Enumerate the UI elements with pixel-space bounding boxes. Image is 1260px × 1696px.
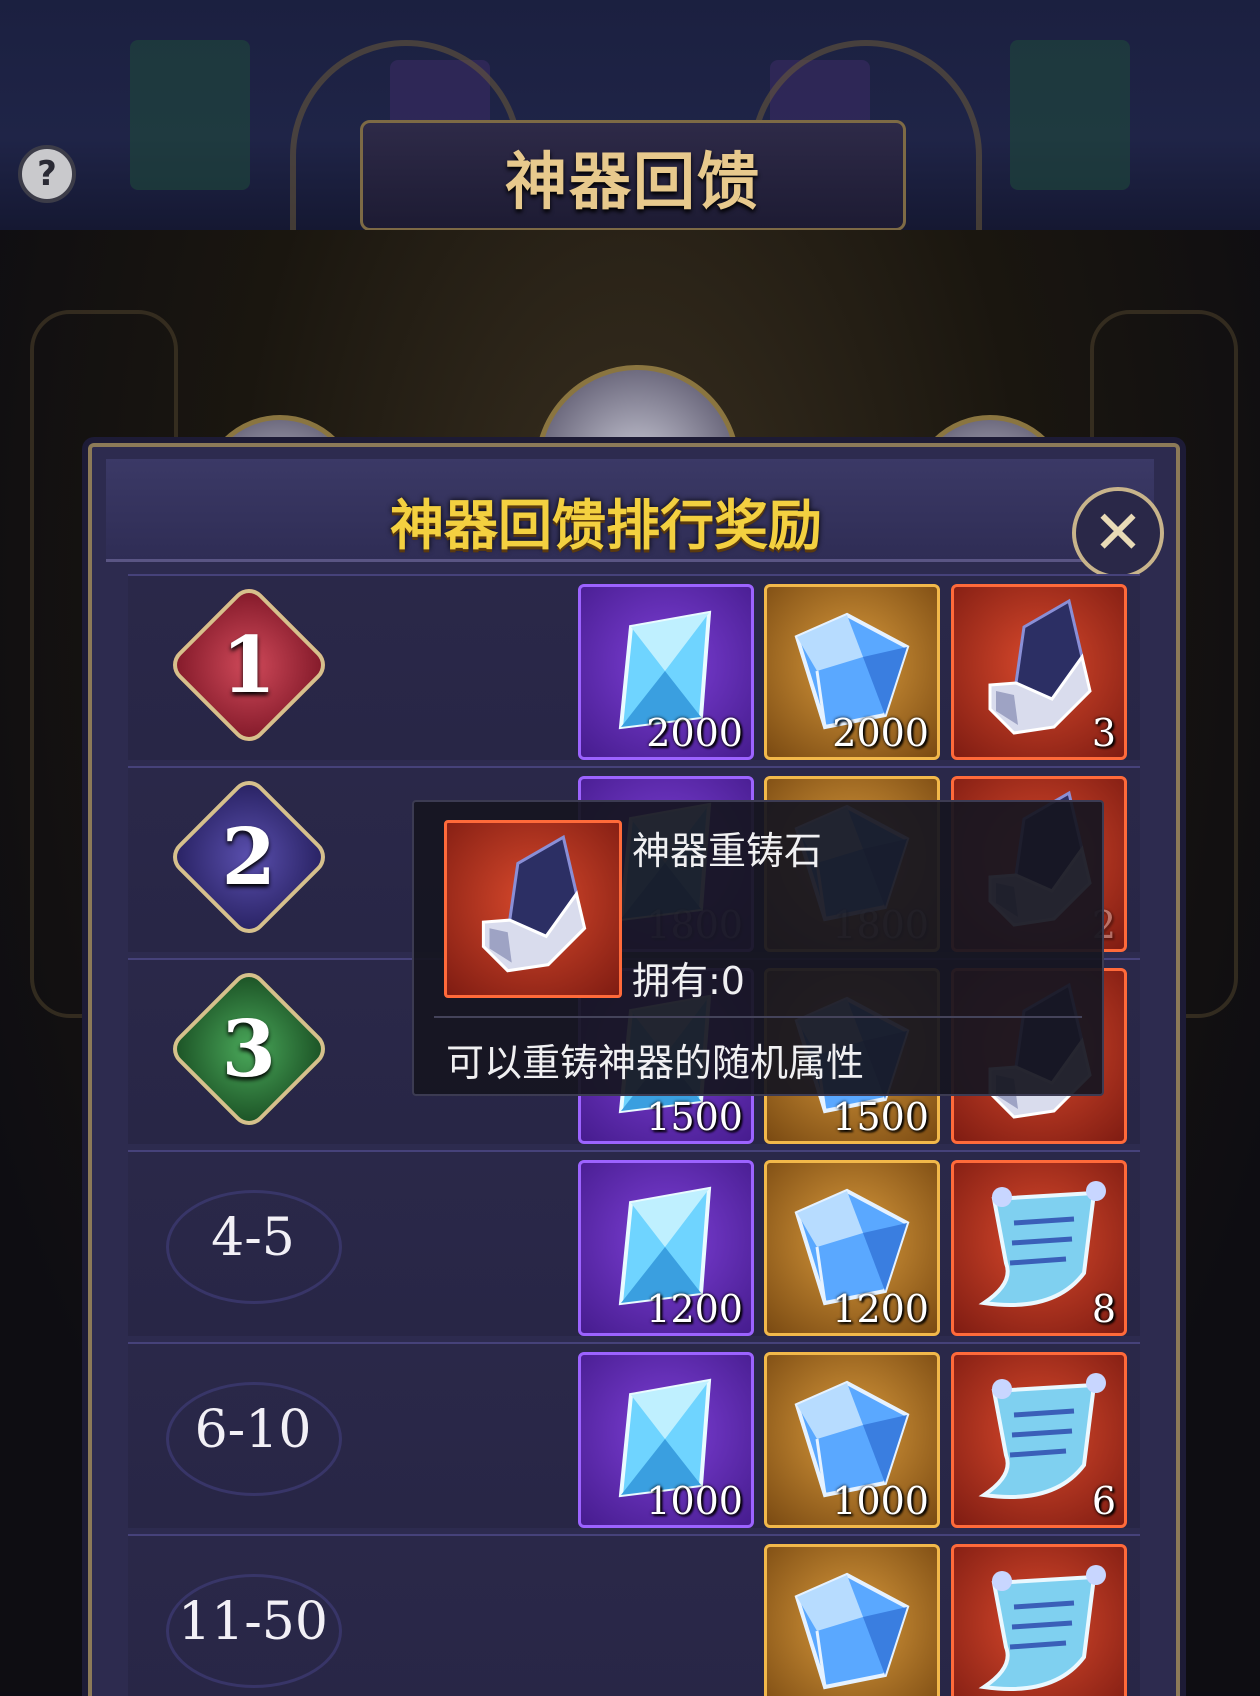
rank-number: 2 bbox=[221, 811, 277, 903]
item-quantity: 1500 bbox=[832, 1095, 929, 1139]
item-tooltip: 神器重铸石 拥有:0 可以重铸神器的随机属性 bbox=[412, 800, 1104, 1096]
item-quantity: 8 bbox=[1091, 1287, 1116, 1331]
tooltip-item-icon bbox=[444, 820, 622, 998]
reward-item-diamond[interactable] bbox=[764, 1544, 940, 1696]
question-icon: ? bbox=[37, 154, 57, 194]
close-icon: ✕ bbox=[1092, 498, 1144, 568]
rank-badge-1: 1 bbox=[165, 581, 333, 749]
rank-number: 3 bbox=[221, 1003, 277, 1095]
panel-header: 神器回馈排行奖励 ✕ bbox=[106, 459, 1164, 579]
tooltip-owned-count: 拥有:0 bbox=[632, 959, 745, 1003]
reward-item-diamond[interactable]: 1200 bbox=[764, 1160, 940, 1336]
reward-item-scroll[interactable]: 6 bbox=[951, 1352, 1127, 1528]
help-button[interactable]: ? bbox=[18, 145, 76, 203]
rank-range: 11-50 bbox=[178, 1592, 328, 1652]
title-plate: 神器回馈 bbox=[360, 120, 906, 230]
reward-item-scroll[interactable]: 8 bbox=[951, 1160, 1127, 1336]
reforge-stone-icon bbox=[447, 823, 619, 995]
reward-row: 1 2000 2000 3 bbox=[128, 574, 1140, 760]
item-quantity: 2000 bbox=[646, 711, 743, 755]
close-button[interactable]: ✕ bbox=[1072, 487, 1164, 579]
tooltip-description: 可以重铸神器的随机属性 bbox=[446, 1041, 865, 1085]
scroll-icon bbox=[954, 1547, 1124, 1696]
diamond-icon bbox=[767, 1547, 937, 1696]
rank-badge-2: 2 bbox=[165, 773, 333, 941]
stained-glass-window bbox=[130, 40, 250, 190]
item-quantity: 1500 bbox=[646, 1095, 743, 1139]
item-quantity: 6 bbox=[1091, 1479, 1116, 1523]
rank-badge-3: 3 bbox=[165, 965, 333, 1133]
reward-item-scroll[interactable] bbox=[951, 1544, 1127, 1696]
tooltip-item-name: 神器重铸石 bbox=[632, 829, 823, 873]
rank-range: 6-10 bbox=[194, 1400, 312, 1460]
reward-row: 4-5 1200 1200 8 bbox=[128, 1150, 1140, 1336]
reward-item-diamond[interactable]: 2000 bbox=[764, 584, 940, 760]
item-quantity: 1200 bbox=[832, 1287, 929, 1331]
top-banner: 神器回馈 ? bbox=[0, 0, 1260, 230]
tooltip-divider bbox=[434, 1016, 1082, 1018]
rank-range: 4-5 bbox=[211, 1208, 295, 1268]
reward-row: 6-10 1000 1000 6 bbox=[128, 1342, 1140, 1528]
reward-row: 11-50 bbox=[128, 1534, 1140, 1696]
page-title: 神器回馈 bbox=[504, 144, 761, 218]
reward-list[interactable]: 1 2000 2000 3 2 1800 bbox=[128, 574, 1140, 1696]
stained-glass-window bbox=[1010, 40, 1130, 190]
item-quantity: 2000 bbox=[832, 711, 929, 755]
item-quantity: 1000 bbox=[646, 1479, 743, 1523]
panel-title: 神器回馈排行奖励 bbox=[390, 494, 822, 557]
reward-item-reforge-stone[interactable]: 3 bbox=[951, 584, 1127, 760]
reward-item-crystal[interactable]: 1000 bbox=[578, 1352, 754, 1528]
reward-item-crystal[interactable]: 1200 bbox=[578, 1160, 754, 1336]
item-quantity: 1200 bbox=[646, 1287, 743, 1331]
reward-item-crystal[interactable]: 2000 bbox=[578, 584, 754, 760]
rank-number: 1 bbox=[221, 619, 277, 711]
reward-item-diamond[interactable]: 1000 bbox=[764, 1352, 940, 1528]
item-quantity: 1000 bbox=[832, 1479, 929, 1523]
item-quantity: 3 bbox=[1091, 711, 1116, 755]
